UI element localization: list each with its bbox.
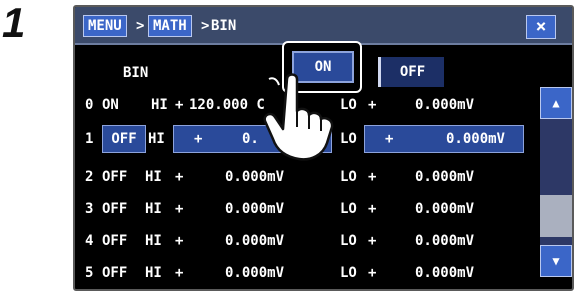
hi-label: HI (151, 97, 168, 113)
breadcrumb-separator: > (201, 18, 210, 34)
row-state-button[interactable]: OFF (102, 125, 146, 153)
hi-sign: + (175, 169, 184, 185)
hi-sign: + (175, 97, 184, 113)
lo-value[interactable]: 0.000mV (415, 167, 474, 187)
hi-value[interactable]: 0.000mV (225, 231, 284, 251)
row-index: 2 (85, 169, 94, 185)
lo-value[interactable]: 0.000mV (415, 263, 474, 283)
hi-sign: + (175, 265, 184, 281)
hi-label: HI (145, 169, 162, 185)
close-button[interactable]: × (526, 15, 556, 39)
breadcrumb-separator: > (136, 18, 145, 34)
hi-value[interactable]: 0.000mV (225, 263, 284, 283)
lo-sign: + (368, 169, 377, 185)
arrow-up-icon: ▲ (552, 96, 560, 110)
lo-value[interactable]: 0.000mV (415, 95, 474, 115)
bin-label: BIN (123, 65, 149, 81)
close-icon: × (535, 16, 547, 37)
lo-sign: + (368, 265, 377, 281)
lo-label: LO (340, 265, 357, 281)
lo-label: LO (340, 201, 357, 217)
lo-label: LO (340, 169, 357, 185)
lo-label: LO (340, 97, 357, 113)
hi-value[interactable]: 120.000 C (189, 95, 265, 115)
scroll-up-button[interactable]: ▲ (540, 87, 572, 119)
bin-off-button[interactable]: OFF (378, 57, 444, 87)
row-state[interactable]: OFF (102, 167, 127, 187)
hi-value[interactable]: 0.000mV (225, 167, 284, 187)
row-index: 4 (85, 233, 94, 249)
lo-sign: + (385, 131, 394, 147)
lo-label: LO (340, 233, 357, 249)
row-state[interactable]: ON (102, 95, 119, 115)
lo-sign: + (368, 233, 377, 249)
hi-sign: + (194, 131, 203, 147)
scroll-down-button[interactable]: ▼ (540, 245, 572, 277)
title-bar: MENU > MATH > BIN × (75, 7, 572, 45)
breadcrumb-math-button[interactable]: MATH (148, 15, 192, 37)
hi-label: HI (145, 233, 162, 249)
lo-label: LO (340, 131, 357, 147)
hi-label: HI (145, 201, 162, 217)
step-number: 1 (2, 0, 26, 46)
hi-label: HI (148, 131, 165, 147)
tapping-hand-icon (263, 73, 334, 161)
row-state[interactable]: OFF (102, 231, 127, 251)
lo-value[interactable]: 0.000mV (415, 199, 474, 219)
row-state[interactable]: OFF (102, 199, 127, 219)
hi-label: HI (145, 265, 162, 281)
row-state[interactable]: OFF (102, 263, 127, 283)
hi-value[interactable]: 0.000mV (225, 199, 284, 219)
lo-sign: + (368, 201, 377, 217)
breadcrumb-current: BIN (211, 18, 237, 34)
lo-value-field[interactable]: + 0.000mV (364, 125, 524, 153)
row-index: 1 (85, 131, 94, 147)
lo-sign: + (368, 97, 377, 113)
breadcrumb-menu-button[interactable]: MENU (83, 15, 127, 37)
row-index: 0 (85, 97, 94, 113)
lo-value: 0.000mV (445, 131, 505, 147)
row-index: 5 (85, 265, 94, 281)
lo-value[interactable]: 0.000mV (415, 231, 474, 251)
arrow-down-icon: ▼ (552, 254, 560, 268)
scrollbar-thumb[interactable] (540, 195, 572, 237)
row-index: 3 (85, 201, 94, 217)
device-screen: MENU > MATH > BIN × BIN ON OFF 0 ON HI +… (73, 5, 574, 291)
hi-sign: + (175, 201, 184, 217)
hi-sign: + (175, 233, 184, 249)
